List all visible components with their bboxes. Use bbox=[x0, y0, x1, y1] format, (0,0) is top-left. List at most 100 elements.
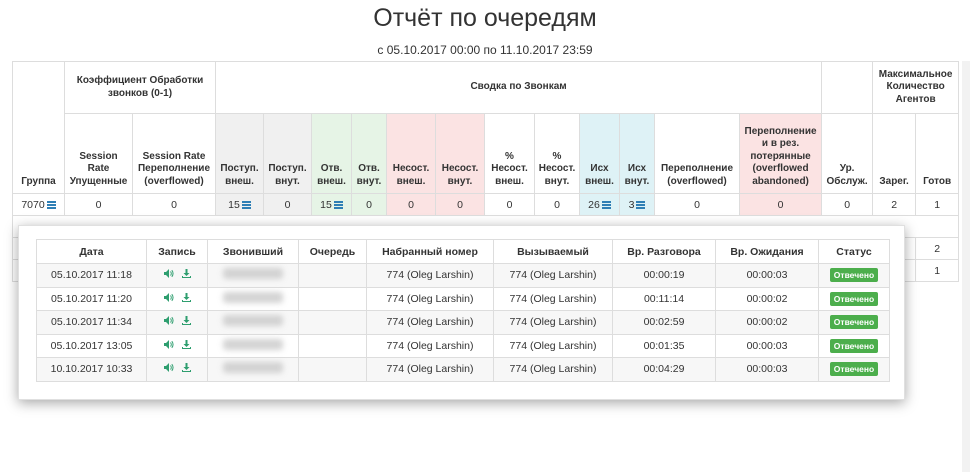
cell-outgoing-int[interactable]: 3 bbox=[619, 193, 655, 216]
calls-col-status: Статус bbox=[818, 239, 890, 264]
cell-value: 0 bbox=[844, 198, 851, 211]
col-outgoing-int: Исх внут. bbox=[619, 113, 655, 194]
cell-overflowed-abandoned: 0 bbox=[738, 193, 823, 216]
cell-value: 26 bbox=[588, 198, 600, 211]
cell-unanswered-int: 0 bbox=[435, 193, 485, 216]
call-status: Отвечено bbox=[818, 357, 890, 382]
call-called: 774 (Oleg Larshin) bbox=[493, 310, 613, 335]
call-wait-time: 00:00:02 bbox=[715, 310, 819, 335]
col-outgoing-ext: Исх внеш. bbox=[579, 113, 620, 194]
page-scrollbar[interactable] bbox=[962, 61, 970, 472]
list-icon[interactable] bbox=[241, 201, 251, 209]
call-called: 774 (Oleg Larshin) bbox=[493, 357, 613, 382]
col-session-rate-missed: Session Rate Упущенные bbox=[64, 113, 133, 194]
group-number: 7070 bbox=[21, 198, 45, 211]
cell-value: 0 bbox=[777, 198, 784, 211]
call-status: Отвечено bbox=[818, 333, 890, 358]
list-icon[interactable] bbox=[636, 201, 646, 209]
call-status: Отвечено bbox=[818, 263, 890, 288]
list-icon[interactable] bbox=[333, 201, 343, 209]
col-pct-unanswered-int: % Несост. внут. bbox=[534, 113, 580, 194]
call-row: 05.10.2017 13:05 774 (Oleg Larshin) 774 (O… bbox=[36, 333, 890, 358]
table-row: 7070 0 0 15 0 15 0 0 0 0 0 26 3 0 0 0 2 1 bbox=[12, 193, 960, 216]
cell-value: 1 bbox=[934, 198, 941, 211]
call-record bbox=[146, 286, 208, 311]
cell-session-rate-missed: 0 bbox=[64, 193, 133, 216]
calls-col-talk-time: Вр. Разговора bbox=[612, 239, 716, 264]
list-icon[interactable] bbox=[601, 201, 611, 209]
call-called: 774 (Oleg Larshin) bbox=[493, 286, 613, 311]
calls-col-date: Дата bbox=[36, 239, 147, 264]
col-overflowed-abandoned: Переполнение и в рез. потерянные (overfl… bbox=[738, 113, 823, 194]
col-incoming-int: Поступ. внут. bbox=[263, 113, 312, 194]
cell-unanswered-ext: 0 bbox=[386, 193, 436, 216]
coef-group-header: Коэффициент Обработки звонков (0-1) bbox=[64, 61, 216, 114]
download-icon[interactable] bbox=[181, 339, 191, 349]
call-dialed: 774 (Oleg Larshin) bbox=[366, 333, 494, 358]
cell-value: 0 bbox=[366, 198, 372, 211]
redacted-caller bbox=[223, 268, 283, 280]
cell-answered-ext[interactable]: 15 bbox=[311, 193, 352, 216]
call-called: 774 (Oleg Larshin) bbox=[493, 333, 613, 358]
redacted-caller bbox=[223, 291, 283, 303]
download-icon[interactable] bbox=[181, 363, 191, 373]
call-row: 05.10.2017 11:18 774 (Oleg Larshin) 774 (O… bbox=[36, 263, 890, 288]
col-unanswered-ext: Несост. внеш. bbox=[386, 113, 436, 194]
status-badge: Отвечено bbox=[829, 291, 879, 306]
call-caller bbox=[207, 263, 299, 288]
call-details-popup: Дата Запись Звонивший Очередь Набранный номе… bbox=[18, 225, 905, 400]
calls-col-wait-time: Вр. Ожидания bbox=[715, 239, 819, 264]
cell-incoming-ext[interactable]: 15 bbox=[215, 193, 264, 216]
status-badge: Отвечено bbox=[829, 268, 879, 283]
cell-value: 0 bbox=[408, 198, 414, 211]
cell-pct-unanswered-ext: 0 bbox=[484, 193, 535, 216]
calls-col-queue: Очередь bbox=[298, 239, 367, 264]
call-record bbox=[146, 310, 208, 335]
call-record bbox=[146, 357, 208, 382]
redacted-caller bbox=[223, 338, 283, 350]
call-talk-time: 00:02:59 bbox=[612, 310, 716, 335]
volume-icon[interactable] bbox=[163, 363, 174, 373]
volume-icon[interactable] bbox=[163, 292, 174, 302]
cell-value: 15 bbox=[228, 198, 240, 211]
calls-col-dialed-number: Набранный номер bbox=[366, 239, 494, 264]
col-group: Группа bbox=[12, 61, 65, 194]
col-pct-unanswered-ext: % Несост. внеш. bbox=[484, 113, 535, 194]
cell-value: 0 bbox=[171, 198, 177, 211]
call-caller bbox=[207, 286, 299, 311]
call-date: 10.10.2017 10:33 bbox=[36, 357, 147, 382]
download-icon[interactable] bbox=[181, 269, 191, 279]
list-icon[interactable] bbox=[46, 201, 56, 209]
calls-col-called: Вызываемый bbox=[493, 239, 613, 264]
col-session-rate-overflow: Session Rate Переполнение (overflowed) bbox=[132, 113, 216, 194]
call-queue bbox=[298, 286, 367, 311]
volume-icon[interactable] bbox=[163, 339, 174, 349]
call-queue bbox=[298, 357, 367, 382]
call-queue bbox=[298, 333, 367, 358]
cell-ready: 2 bbox=[915, 237, 960, 260]
download-icon[interactable] bbox=[181, 292, 191, 302]
cell-service-level: 0 bbox=[821, 193, 874, 216]
cell-value: 2 bbox=[934, 242, 941, 255]
call-queue bbox=[298, 310, 367, 335]
volume-icon[interactable] bbox=[163, 316, 174, 326]
cell-outgoing-ext[interactable]: 26 bbox=[579, 193, 620, 216]
call-talk-time: 00:11:14 bbox=[612, 286, 716, 311]
cell-value: 2 bbox=[891, 198, 898, 211]
cell-registered: 2 bbox=[872, 193, 917, 216]
cell-answered-int: 0 bbox=[351, 193, 387, 216]
volume-icon[interactable] bbox=[163, 269, 174, 279]
col-unanswered-int: Несост. внут. bbox=[435, 113, 485, 194]
call-dialed: 774 (Oleg Larshin) bbox=[366, 357, 494, 382]
col-answered-ext: Отв. внеш. bbox=[311, 113, 352, 194]
calls-col-caller: Звонивший bbox=[207, 239, 299, 264]
call-wait-time: 00:00:02 bbox=[715, 286, 819, 311]
download-icon[interactable] bbox=[181, 316, 191, 326]
call-status: Отвечено bbox=[818, 310, 890, 335]
cell-value: 15 bbox=[320, 198, 332, 211]
group-cell[interactable]: 7070 bbox=[12, 193, 65, 216]
date-range: с 05.10.2017 00:00 по 11.10.2017 23:59 bbox=[377, 43, 593, 57]
redacted-caller bbox=[223, 362, 283, 374]
max-agents-header: Максимальное Количество Агентов bbox=[872, 61, 960, 114]
status-badge: Отвечено bbox=[829, 362, 879, 377]
